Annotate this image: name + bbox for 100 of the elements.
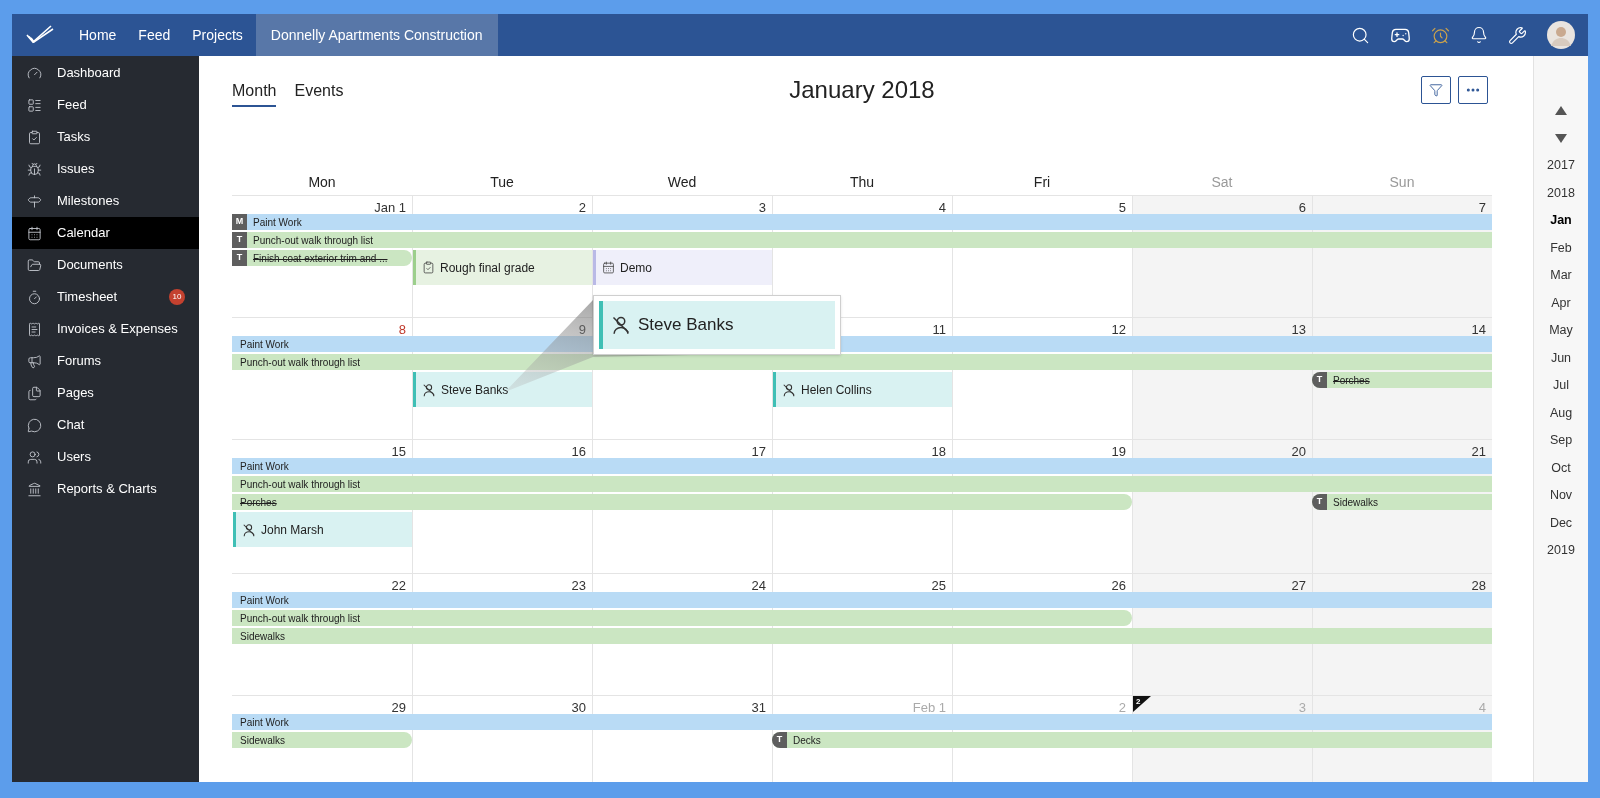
day-number: 23 bbox=[571, 577, 586, 595]
up-triangle-icon[interactable] bbox=[1555, 106, 1567, 115]
logo-icon[interactable] bbox=[25, 24, 55, 46]
sidebar-item[interactable]: Timesheet 10 bbox=[12, 281, 199, 313]
day-number: 15 bbox=[391, 443, 406, 461]
day-number: 12 bbox=[1111, 321, 1126, 339]
sidebar-item[interactable]: Documents bbox=[12, 249, 199, 281]
day-number: 5 bbox=[1118, 199, 1126, 217]
alarm-clock-icon[interactable] bbox=[1431, 25, 1450, 45]
event-title: Sidewalks bbox=[1332, 495, 1379, 510]
avatar[interactable] bbox=[1547, 21, 1575, 49]
event-bar[interactable]: Sidewalks bbox=[232, 628, 1492, 644]
event-bar[interactable]: T Punch-out walk through list bbox=[232, 232, 1492, 248]
timeline-item[interactable]: Jan bbox=[1550, 207, 1572, 235]
nav-tab[interactable]: Projects bbox=[181, 14, 254, 56]
overflow-flag[interactable]: 2 bbox=[1133, 696, 1151, 712]
sidebar-item[interactable]: Milestones bbox=[12, 185, 199, 217]
weekday-header: Sat bbox=[1211, 172, 1233, 192]
timeline-item[interactable]: 2019 bbox=[1547, 537, 1575, 565]
more-button[interactable] bbox=[1458, 76, 1488, 104]
timeline-item[interactable]: Mar bbox=[1550, 262, 1572, 290]
search-icon[interactable] bbox=[1351, 25, 1370, 45]
wrench-icon[interactable] bbox=[1508, 25, 1527, 45]
day-number: 29 bbox=[391, 699, 406, 717]
timeline-item[interactable]: Sep bbox=[1549, 427, 1573, 455]
event-bar[interactable]: M Paint Work bbox=[232, 214, 1492, 230]
day-number: 6 bbox=[1298, 199, 1306, 217]
view-tab[interactable]: Month bbox=[232, 79, 277, 107]
day-number: 9 bbox=[578, 321, 586, 339]
sidebar-item[interactable]: Reports & Charts bbox=[12, 473, 199, 505]
event-bar[interactable]: Paint Work bbox=[232, 458, 1492, 474]
sidebar-label: Users bbox=[57, 448, 91, 467]
weekday-header: Fri bbox=[1033, 172, 1051, 192]
crossed-person-icon bbox=[782, 382, 796, 397]
day-number: 13 bbox=[1291, 321, 1306, 339]
calendar-icon bbox=[27, 225, 42, 241]
timeline-item[interactable]: May bbox=[1549, 317, 1573, 345]
sidebar-item[interactable]: Pages bbox=[12, 377, 199, 409]
files-icon bbox=[27, 385, 42, 401]
sidebar-item[interactable]: Invoices & Expenses bbox=[12, 313, 199, 345]
sidebar-label: Reports & Charts bbox=[57, 480, 157, 499]
event-bar[interactable]: Punch-out walk through list bbox=[232, 354, 1492, 370]
event-bar[interactable]: Sidewalks bbox=[232, 732, 412, 748]
view-tab[interactable]: Events bbox=[294, 79, 344, 107]
sidebar-item[interactable]: Issues bbox=[12, 153, 199, 185]
timeline-item[interactable]: 2018 bbox=[1547, 179, 1575, 207]
event-bar[interactable]: T Decks bbox=[772, 732, 1492, 748]
filter-button[interactable] bbox=[1421, 76, 1451, 104]
event-bar[interactable]: T Finish coat exterior trim and ... bbox=[232, 250, 412, 266]
event-title: Steve Banks bbox=[441, 381, 509, 399]
nav-tab[interactable]: Feed bbox=[127, 14, 182, 56]
clipboard-check-icon bbox=[422, 261, 435, 274]
event-card[interactable]: Steve Banks bbox=[599, 301, 835, 349]
sidebar-item[interactable]: Dashboard bbox=[12, 57, 199, 89]
timeline-item[interactable]: Aug bbox=[1549, 399, 1573, 427]
folder-icon bbox=[27, 257, 42, 273]
sidebar-item[interactable]: Forums bbox=[12, 345, 199, 377]
event-card[interactable]: John Marsh bbox=[233, 512, 412, 547]
bell-icon[interactable] bbox=[1470, 26, 1488, 44]
day-number: 20 bbox=[1291, 443, 1306, 461]
event-card[interactable]: Helen Collins bbox=[773, 372, 952, 407]
timeline-item[interactable]: Jun bbox=[1550, 344, 1572, 372]
event-bar[interactable]: T Porches bbox=[1312, 372, 1492, 388]
event-bar[interactable]: Punch-out walk through list bbox=[232, 610, 1132, 626]
timeline-item[interactable]: Dec bbox=[1549, 509, 1573, 537]
day-number: 17 bbox=[751, 443, 766, 461]
timeline-item[interactable]: Apr bbox=[1551, 289, 1571, 317]
nav-tab[interactable]: Home bbox=[68, 14, 128, 56]
weekday-header: Mon bbox=[308, 172, 336, 192]
event-bar[interactable]: Paint Work bbox=[232, 592, 1492, 608]
sidebar-item[interactable]: Calendar bbox=[12, 217, 199, 249]
event-bar[interactable]: Paint Work bbox=[232, 714, 1492, 730]
timeline-item[interactable]: Nov bbox=[1549, 482, 1573, 510]
crossed-person-icon bbox=[242, 522, 256, 537]
timeline-item[interactable]: Jul bbox=[1553, 372, 1569, 400]
down-triangle-icon[interactable] bbox=[1555, 134, 1567, 143]
day-number: 14 bbox=[1471, 321, 1486, 339]
timeline-item[interactable]: Feb bbox=[1550, 234, 1572, 262]
event-bar[interactable]: Porches bbox=[232, 494, 1132, 510]
sidebar-item[interactable]: Feed bbox=[12, 89, 199, 121]
event-title: Sidewalks bbox=[239, 629, 286, 644]
weekday-header: Wed bbox=[667, 172, 697, 192]
event-bar[interactable]: Punch-out walk through list bbox=[232, 476, 1492, 492]
event-title: John Marsh bbox=[261, 521, 324, 539]
event-title: Paint Work bbox=[252, 215, 302, 230]
event-card[interactable]: Steve Banks bbox=[413, 372, 592, 407]
timeline-item[interactable]: Oct bbox=[1551, 454, 1571, 482]
day-number: 21 bbox=[1471, 443, 1486, 461]
nav-tab[interactable]: Donnelly Apartments Construction bbox=[255, 14, 498, 56]
sidebar-item[interactable]: Chat bbox=[12, 409, 199, 441]
event-card[interactable]: Rough final grade bbox=[413, 250, 592, 285]
sidebar-label: Pages bbox=[57, 384, 94, 403]
event-bar[interactable]: T Sidewalks bbox=[1312, 494, 1492, 510]
day-number: 7 bbox=[1478, 199, 1486, 217]
receipt-icon bbox=[27, 321, 42, 337]
sidebar-item[interactable]: Users bbox=[12, 441, 199, 473]
timeline-item[interactable]: 2017 bbox=[1547, 152, 1575, 180]
sidebar-item[interactable]: Tasks bbox=[12, 121, 199, 153]
clipboard-check-icon bbox=[27, 129, 42, 145]
event-card[interactable]: Demo bbox=[593, 250, 772, 285]
